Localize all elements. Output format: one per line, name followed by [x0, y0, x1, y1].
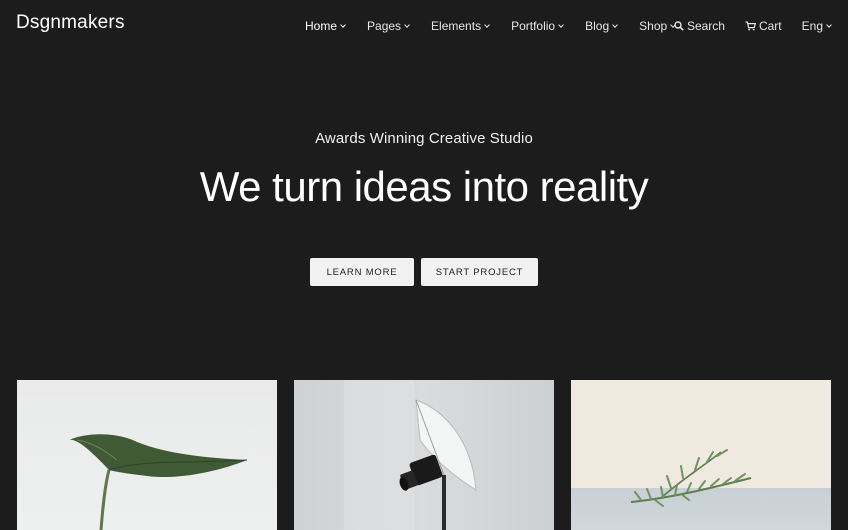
nav-item-home[interactable]: Home	[305, 19, 346, 33]
chevron-down-icon	[612, 21, 618, 28]
chevron-down-icon	[404, 21, 410, 28]
nav-item-pages[interactable]: Pages	[367, 19, 410, 33]
cart-label: Cart	[758, 19, 782, 33]
chevron-down-icon	[558, 21, 564, 28]
rosemary-sprig-image	[630, 449, 752, 507]
portfolio-card-rosemary[interactable]	[571, 380, 831, 530]
nav-item-label: Elements	[431, 19, 482, 33]
nav-item-label: Blog	[585, 19, 610, 33]
hero-section: Awards Winning Creative Studio We turn i…	[0, 130, 848, 211]
learn-more-button[interactable]: LEARN MORE	[310, 258, 414, 286]
nav-item-blog[interactable]: Blog	[585, 19, 618, 33]
search-button[interactable]: Search	[674, 19, 725, 33]
hero-headline: We turn ideas into reality	[199, 163, 649, 210]
chevron-down-icon	[484, 21, 490, 28]
nav-item-label: Portfolio	[511, 19, 556, 33]
chevron-down-icon	[340, 21, 346, 28]
search-label: Search	[686, 19, 725, 33]
cart-button[interactable]: Cart	[745, 19, 782, 33]
header-tools: Search Cart Eng	[654, 19, 832, 33]
chevron-down-icon	[826, 21, 832, 28]
site-logo[interactable]: Dsgnmakers	[16, 12, 125, 34]
main-nav: Home Pages Elements Portfolio Blog Shop	[305, 19, 697, 33]
hero-buttons: LEARN MORE START PROJECT	[0, 258, 848, 286]
cart-icon	[745, 21, 756, 31]
portfolio-card-studio-light[interactable]	[294, 380, 554, 530]
studio-umbrella-light-image	[344, 380, 477, 530]
top-navigation-bar: Dsgnmakers Home Pages Elements Portfolio…	[0, 0, 848, 52]
language-label: Eng	[801, 19, 823, 33]
nav-item-elements[interactable]: Elements	[431, 19, 490, 33]
nav-item-label: Pages	[367, 19, 402, 33]
hero-kicker: Awards Winning Creative Studio	[315, 130, 533, 147]
nav-item-label: Home	[305, 19, 338, 33]
start-project-button[interactable]: START PROJECT	[421, 258, 538, 286]
leaf-image	[69, 434, 248, 530]
portfolio-card-leaf[interactable]	[17, 380, 277, 530]
nav-item-portfolio[interactable]: Portfolio	[511, 19, 564, 33]
language-selector[interactable]: Eng	[801, 19, 832, 33]
search-icon	[674, 21, 684, 31]
